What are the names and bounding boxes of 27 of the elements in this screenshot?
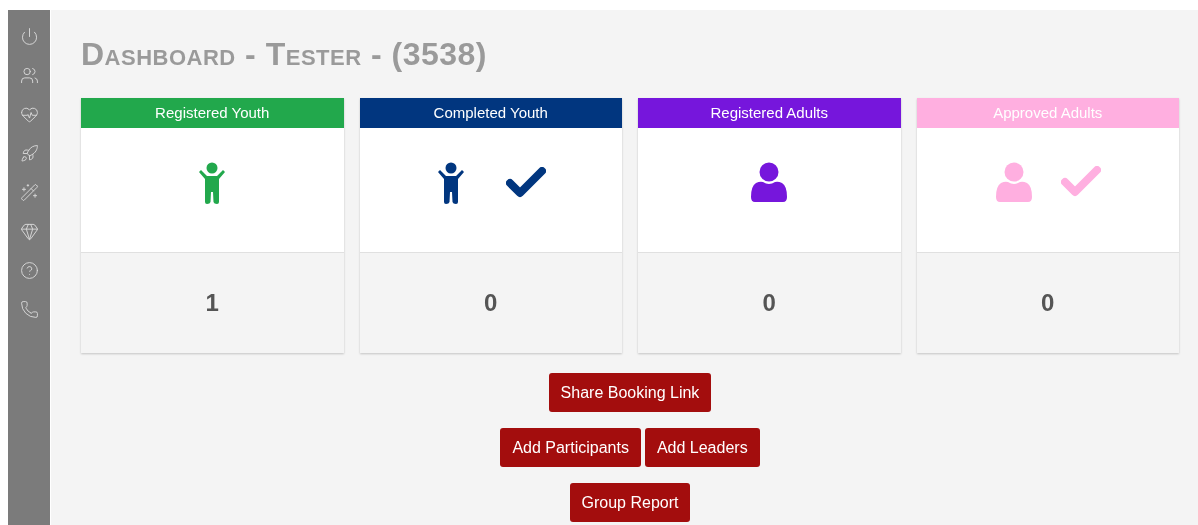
telephone-icon[interactable]	[19, 300, 39, 319]
page-title: Dashboard - Tester - (3538)	[81, 35, 488, 74]
person-icon	[750, 162, 789, 202]
power-icon[interactable]	[19, 27, 39, 46]
action-button[interactable]: Group Report	[569, 483, 691, 522]
person-icon	[994, 162, 1033, 202]
card-count: 0	[359, 252, 622, 353]
users-icon[interactable]	[19, 66, 39, 85]
magic-wand-icon[interactable]	[19, 183, 39, 202]
diamond-icon[interactable]	[19, 222, 39, 241]
card-header: Approved Adults	[916, 98, 1179, 128]
card-header: Completed Youth	[359, 98, 622, 128]
card-count: 0	[638, 252, 901, 353]
heart-pulse-icon[interactable]	[19, 105, 39, 124]
help-icon[interactable]	[19, 261, 39, 280]
card-count: 1	[81, 252, 344, 353]
child-icon	[197, 162, 228, 204]
card-header: Registered Adults	[638, 98, 901, 128]
action-button[interactable]: Add Participants	[500, 428, 641, 467]
action-button[interactable]: Add Leaders	[644, 428, 760, 467]
rocket-icon[interactable]	[19, 144, 39, 163]
card-header: Registered Youth	[81, 98, 344, 128]
child-icon	[435, 162, 466, 204]
checkmark-icon	[1060, 166, 1101, 198]
card-count: 0	[916, 252, 1179, 353]
checkmark-icon	[505, 167, 546, 199]
action-button[interactable]: Share Booking Link	[548, 373, 712, 412]
